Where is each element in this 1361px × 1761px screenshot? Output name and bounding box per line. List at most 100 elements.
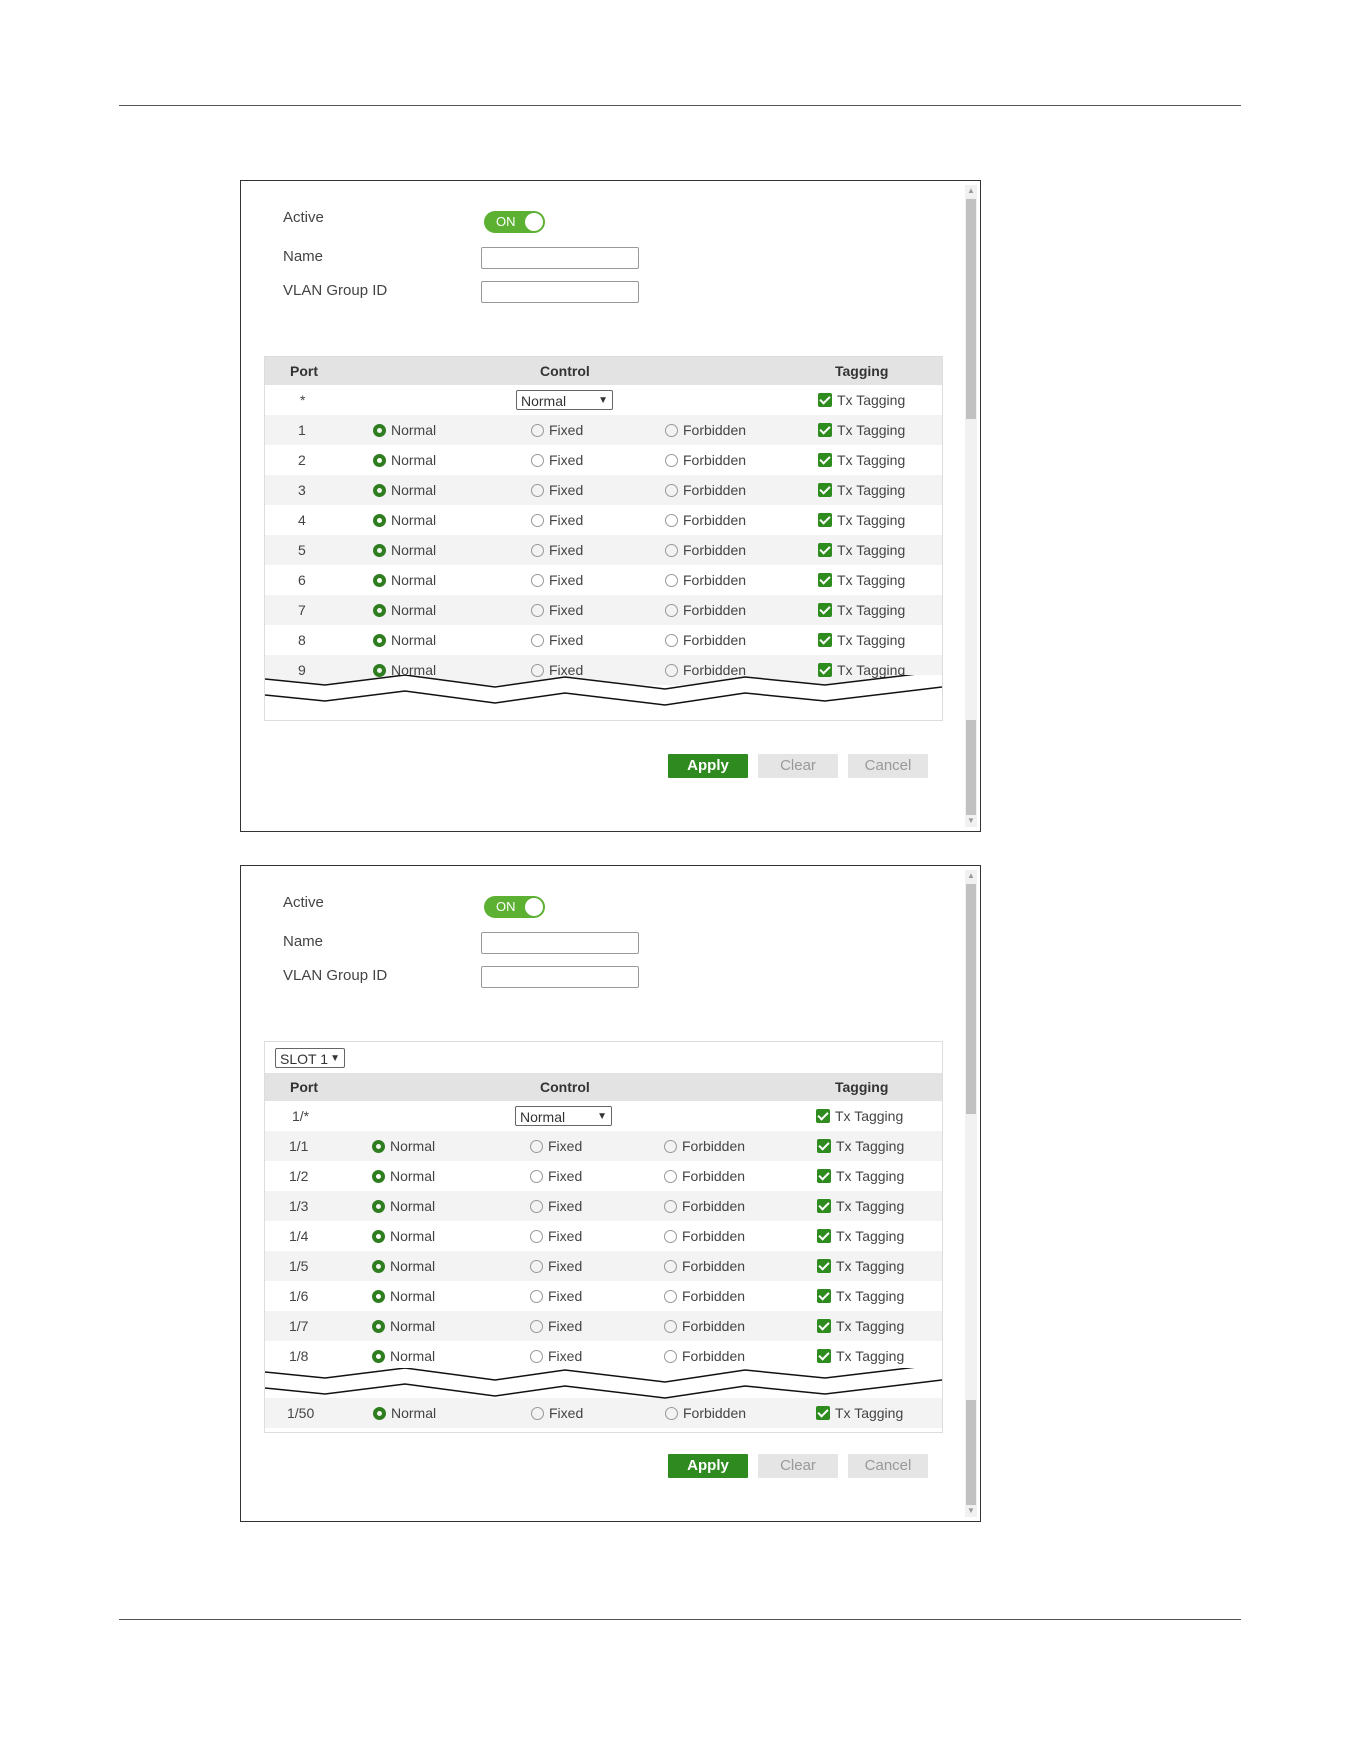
forbidden-option[interactable]: Forbidden xyxy=(664,1251,745,1281)
clear-button[interactable]: Clear xyxy=(758,1454,838,1478)
forbidden-option[interactable]: Forbidden xyxy=(664,1191,745,1221)
radio-empty-icon[interactable] xyxy=(531,423,544,437)
all-tx-tagging[interactable]: Tx Tagging xyxy=(816,1101,903,1131)
checkbox-checked-icon[interactable] xyxy=(817,1289,831,1304)
radio-empty-icon[interactable] xyxy=(664,1229,677,1243)
radio-empty-icon[interactable] xyxy=(531,633,544,647)
radio-empty-icon[interactable] xyxy=(530,1289,543,1303)
checkbox-checked-icon[interactable] xyxy=(817,1349,831,1364)
radio-empty-icon[interactable] xyxy=(664,1289,677,1303)
radio-empty-icon[interactable] xyxy=(531,513,544,527)
radio-empty-icon[interactable] xyxy=(664,1199,677,1213)
fixed-option[interactable]: Fixed xyxy=(530,1191,582,1221)
normal-option[interactable]: Normal xyxy=(373,565,436,595)
tx-tagging-option[interactable]: Tx Tagging xyxy=(817,1251,904,1281)
forbidden-option[interactable]: Forbidden xyxy=(665,625,746,655)
checkbox-checked-icon[interactable] xyxy=(818,483,832,498)
radio-empty-icon[interactable] xyxy=(664,1319,677,1333)
radio-empty-icon[interactable] xyxy=(530,1199,543,1213)
radio-empty-icon[interactable] xyxy=(531,453,544,467)
fixed-option[interactable]: Fixed xyxy=(531,625,583,655)
normal-option[interactable]: Normal xyxy=(372,1341,435,1371)
normal-option[interactable]: Normal xyxy=(373,625,436,655)
tx-tagging-option[interactable]: Tx Tagging xyxy=(817,1341,904,1371)
checkbox-checked-icon[interactable] xyxy=(818,423,832,438)
slot-select[interactable]: SLOT 1 ▼ xyxy=(275,1048,345,1068)
radio-empty-icon[interactable] xyxy=(664,1139,677,1153)
radio-empty-icon[interactable] xyxy=(531,603,544,617)
normal-option[interactable]: Normal xyxy=(373,595,436,625)
radio-empty-icon[interactable] xyxy=(530,1139,543,1153)
tx-tagging-option[interactable]: Tx Tagging xyxy=(817,1161,904,1191)
scrollbar[interactable]: ▲ ▼ xyxy=(965,870,977,1517)
checkbox-checked-icon[interactable] xyxy=(818,573,832,588)
normal-option[interactable]: Normal xyxy=(373,505,436,535)
scroll-thumb[interactable] xyxy=(966,884,976,1114)
radio-empty-icon[interactable] xyxy=(665,513,678,527)
checkbox-checked-icon[interactable] xyxy=(817,1199,831,1214)
normal-option[interactable]: Normal xyxy=(372,1221,435,1251)
all-control-select[interactable]: Normal ▼ xyxy=(516,390,613,410)
cancel-button[interactable]: Cancel xyxy=(848,754,928,778)
radio-empty-icon[interactable] xyxy=(531,573,544,587)
fixed-option[interactable]: Fixed xyxy=(530,1251,582,1281)
radio-selected-icon[interactable] xyxy=(373,453,386,467)
fixed-option[interactable]: Fixed xyxy=(531,535,583,565)
forbidden-option[interactable]: Forbidden xyxy=(665,595,746,625)
checkbox-checked-icon[interactable] xyxy=(817,1229,831,1244)
forbidden-option[interactable]: Forbidden xyxy=(665,505,746,535)
normal-option[interactable]: Normal xyxy=(373,415,436,445)
fixed-option[interactable]: Fixed xyxy=(530,1221,582,1251)
radio-empty-icon[interactable] xyxy=(531,543,544,557)
checkbox-checked-icon[interactable] xyxy=(818,453,832,468)
forbidden-option[interactable]: Forbidden xyxy=(665,565,746,595)
radio-selected-icon[interactable] xyxy=(373,513,386,527)
radio-empty-icon[interactable] xyxy=(665,483,678,497)
checkbox-checked-icon[interactable] xyxy=(818,633,832,648)
radio-selected-icon[interactable] xyxy=(372,1289,385,1303)
radio-empty-icon[interactable] xyxy=(530,1229,543,1243)
radio-empty-icon[interactable] xyxy=(664,1169,677,1183)
normal-option[interactable]: Normal xyxy=(373,445,436,475)
scroll-up-icon[interactable]: ▲ xyxy=(965,185,977,197)
radio-empty-icon[interactable] xyxy=(665,423,678,437)
scrollbar[interactable]: ▲ ▼ xyxy=(965,185,977,827)
radio-empty-icon[interactable] xyxy=(665,543,678,557)
scroll-down-icon[interactable]: ▼ xyxy=(965,815,977,827)
forbidden-option[interactable]: Forbidden xyxy=(665,415,746,445)
vlan-group-id-input[interactable] xyxy=(481,281,639,303)
tx-tagging-option[interactable]: Tx Tagging xyxy=(818,475,905,505)
radio-selected-icon[interactable] xyxy=(373,573,386,587)
fixed-option[interactable]: Fixed xyxy=(530,1161,582,1191)
normal-option[interactable]: Normal xyxy=(372,1251,435,1281)
tx-tagging-option[interactable]: Tx Tagging xyxy=(818,595,905,625)
tx-tagging-option[interactable]: Tx Tagging xyxy=(818,445,905,475)
scroll-thumb[interactable] xyxy=(966,199,976,419)
tx-tagging-option[interactable]: Tx Tagging xyxy=(818,535,905,565)
radio-selected-icon[interactable] xyxy=(373,423,386,437)
forbidden-option[interactable]: Forbidden xyxy=(665,445,746,475)
normal-option[interactable]: Normal xyxy=(373,475,436,505)
checkbox-checked-icon[interactable] xyxy=(818,543,832,558)
fixed-option[interactable]: Fixed xyxy=(531,595,583,625)
tx-tagging-option[interactable]: Tx Tagging xyxy=(817,1281,904,1311)
radio-selected-icon[interactable] xyxy=(373,543,386,557)
tx-tagging-option[interactable]: Tx Tagging xyxy=(817,1221,904,1251)
active-toggle[interactable]: ON xyxy=(484,211,545,233)
checkbox-checked-icon[interactable] xyxy=(817,1169,831,1184)
radio-empty-icon[interactable] xyxy=(531,1406,544,1420)
checkbox-checked-icon[interactable] xyxy=(816,1406,830,1421)
forbidden-option[interactable]: Forbidden xyxy=(664,1131,745,1161)
tx-tagging-option[interactable]: Tx Tagging xyxy=(818,415,905,445)
fixed-option[interactable]: Fixed xyxy=(531,565,583,595)
name-input[interactable] xyxy=(481,932,639,954)
radio-empty-icon[interactable] xyxy=(530,1169,543,1183)
tx-tagging-option[interactable]: Tx Tagging xyxy=(817,1191,904,1221)
forbidden-option[interactable]: Forbidden xyxy=(665,535,746,565)
radio-selected-icon[interactable] xyxy=(372,1229,385,1243)
forbidden-option[interactable]: Forbidden xyxy=(664,1311,745,1341)
forbidden-option[interactable]: Forbidden xyxy=(664,1221,745,1251)
forbidden-option[interactable]: Forbidden xyxy=(664,1281,745,1311)
tx-tagging-option[interactable]: Tx Tagging xyxy=(817,1131,904,1161)
normal-option[interactable]: Normal xyxy=(372,1281,435,1311)
